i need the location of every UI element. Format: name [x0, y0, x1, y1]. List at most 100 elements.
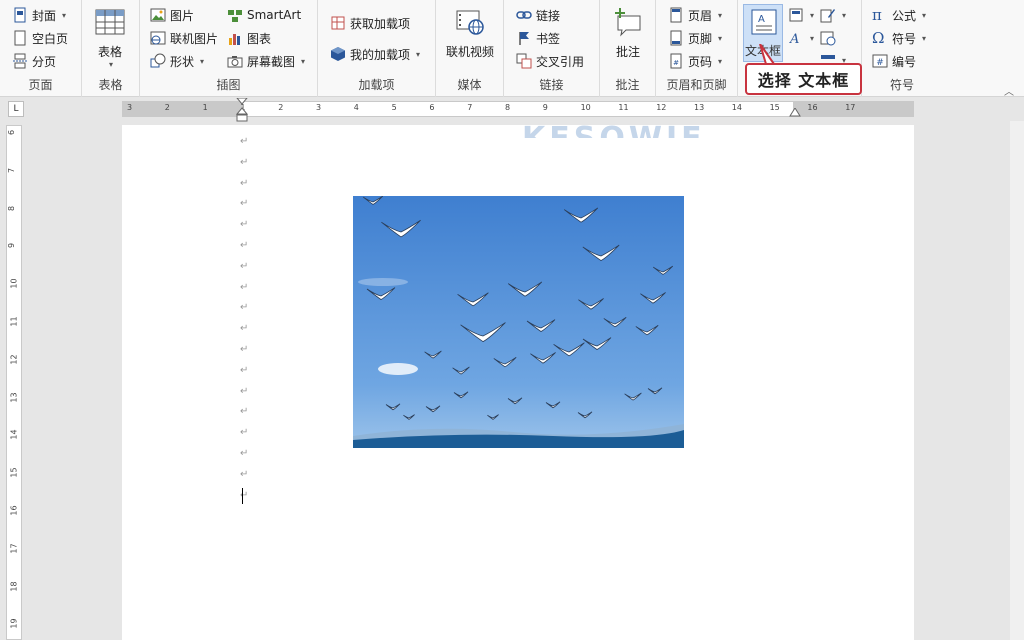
signature-icon	[820, 9, 835, 23]
page-number-icon: #	[670, 53, 682, 69]
paragraph-mark: ↵	[240, 323, 249, 335]
paragraph-mark: ↵	[240, 219, 249, 231]
date-time-button[interactable]	[820, 28, 836, 48]
ruler-tick: 3	[127, 103, 133, 112]
vertical-ruler[interactable]: 6 7 8 9 10 11 12 13 14 15 16 17 18 19	[6, 125, 22, 640]
ruler-tick: 16	[807, 103, 818, 112]
ruler-tick: 3	[316, 103, 322, 112]
indent-marker[interactable]	[236, 98, 248, 122]
screenshot-button[interactable]: 屏幕截图 ▾	[227, 51, 305, 71]
ruler-tick: 13	[694, 103, 705, 112]
smartart-icon	[228, 10, 242, 22]
textbox-icon: A	[751, 9, 777, 35]
tab-selector-button[interactable]: L	[8, 101, 24, 117]
online-picture-button[interactable]: 联机图片	[150, 28, 218, 48]
online-video-button[interactable]: 联机视频	[446, 6, 494, 60]
page-break-icon	[13, 53, 27, 69]
ruler-tick: 2	[278, 103, 284, 112]
group-links: 链接 书签 交叉引用 链接	[504, 0, 600, 97]
my-addins-button[interactable]: 我的加载项 ▾	[330, 44, 420, 64]
chart-button[interactable]: 图表	[227, 28, 271, 48]
ruler-tick: 10	[580, 103, 591, 112]
group-label-illustrations: 插图	[216, 78, 241, 92]
number-button[interactable]: # 编号	[872, 51, 916, 71]
right-indent-marker[interactable]	[789, 108, 801, 118]
get-addins-button[interactable]: 获取加载项	[330, 13, 410, 33]
paragraph-mark: ↵	[240, 281, 249, 293]
page-number-button[interactable]: # 页码 ▾	[668, 51, 722, 71]
paragraph-mark: ↵	[240, 156, 249, 168]
link-button[interactable]: 链接	[516, 5, 560, 25]
footer-icon	[670, 30, 682, 46]
group-label-symbols: 符号	[889, 78, 914, 92]
vruler-tick: 10	[9, 278, 19, 289]
paragraph-mark: ↵	[240, 260, 249, 272]
ruler-tick: 4	[353, 103, 359, 112]
omega-icon: Ω	[872, 29, 885, 47]
paragraph-mark: ↵	[240, 198, 249, 210]
paragraph-mark: ↵	[240, 344, 249, 355]
ribbon: 封面 ▾ 空白页 分页 页面 表格 ▾ 表格 图片 联机图片 形状 ▾ Smar…	[0, 0, 1024, 98]
svg-text:#: #	[876, 58, 884, 68]
pi-icon: π	[872, 6, 882, 24]
cover-page-icon	[14, 7, 26, 23]
online-picture-icon	[150, 31, 166, 45]
footer-button[interactable]: 页脚 ▾	[668, 28, 722, 48]
equation-button[interactable]: π 公式 ▾	[872, 5, 926, 25]
symbol-button[interactable]: Ω 符号 ▾	[872, 28, 926, 48]
horizontal-ruler[interactable]: 3 2 1 1 2 3 4 5 6 7 8 9 10 11 12 13 14 15 16 17	[122, 98, 914, 122]
vruler-tick: 6	[7, 129, 17, 136]
blank-page-button[interactable]: 空白页	[12, 28, 68, 48]
comment-button[interactable]: 批注	[612, 6, 644, 60]
picture-icon	[150, 8, 166, 22]
comment-icon	[615, 8, 641, 37]
paragraph-mark: ↵	[240, 468, 249, 480]
paragraph-mark: ↵	[240, 364, 249, 376]
header-icon	[670, 7, 682, 23]
seagulls-image	[353, 196, 684, 448]
ruler-tick: 1	[202, 103, 208, 112]
chevron-up-icon: ︿	[1004, 86, 1014, 98]
table-button[interactable]: 表格 ▾	[94, 6, 126, 69]
group-pages: 封面 ▾ 空白页 分页 页面	[0, 0, 82, 97]
signature-line-button[interactable]: ▾	[820, 5, 846, 25]
blank-page-icon	[14, 30, 26, 46]
vruler-tick: 16	[9, 505, 19, 516]
vertical-scrollbar[interactable]	[1010, 121, 1024, 640]
picture-button[interactable]: 图片	[150, 5, 194, 25]
link-icon	[516, 11, 532, 19]
paragraph-mark: ↵	[240, 427, 249, 439]
group-label-pages: 页面	[28, 78, 53, 92]
quick-parts-button[interactable]: ▾	[788, 5, 814, 25]
bookmark-button[interactable]: 书签	[516, 28, 560, 48]
ruler-tick: 2	[164, 103, 170, 112]
watermark-text: KESOWIE	[522, 124, 706, 138]
cube-icon	[331, 47, 345, 61]
cover-page-button[interactable]: 封面 ▾	[12, 5, 66, 25]
cross-reference-button[interactable]: 交叉引用	[516, 51, 584, 71]
page-break-button[interactable]: 分页	[12, 51, 56, 71]
vruler-tick: 9	[7, 243, 17, 249]
store-icon	[331, 16, 345, 30]
header-button[interactable]: 页眉 ▾	[668, 5, 722, 25]
smartart-button[interactable]: SmartArt	[227, 5, 301, 25]
paragraph-mark: ↵	[240, 177, 249, 189]
chart-icon	[229, 34, 240, 45]
ruler-tick: 6	[429, 103, 435, 112]
group-addins: 获取加载项 我的加载项 ▾ 加载项	[318, 0, 436, 97]
ruler-tick: 5	[391, 103, 397, 112]
group-label-comments: 批注	[615, 78, 640, 92]
wordart-button[interactable]: A ▾	[788, 28, 814, 48]
shapes-button[interactable]: 形状 ▾	[150, 51, 204, 71]
group-label-header-footer: 页眉和页脚	[666, 78, 727, 92]
paragraph-mark: ↵	[240, 406, 249, 418]
vruler-tick: 19	[9, 618, 19, 629]
text-cursor	[242, 488, 243, 504]
group-header-footer: 页眉 ▾ 页脚 ▾ # 页码 ▾ 页眉和页脚	[656, 0, 738, 97]
group-media: 联机视频 媒体	[436, 0, 504, 97]
cross-reference-icon	[516, 53, 532, 69]
vruler-tick: 18	[9, 581, 19, 592]
bookmark-icon	[519, 32, 529, 45]
inserted-photo[interactable]	[353, 196, 684, 448]
vruler-tick: 11	[9, 316, 19, 327]
